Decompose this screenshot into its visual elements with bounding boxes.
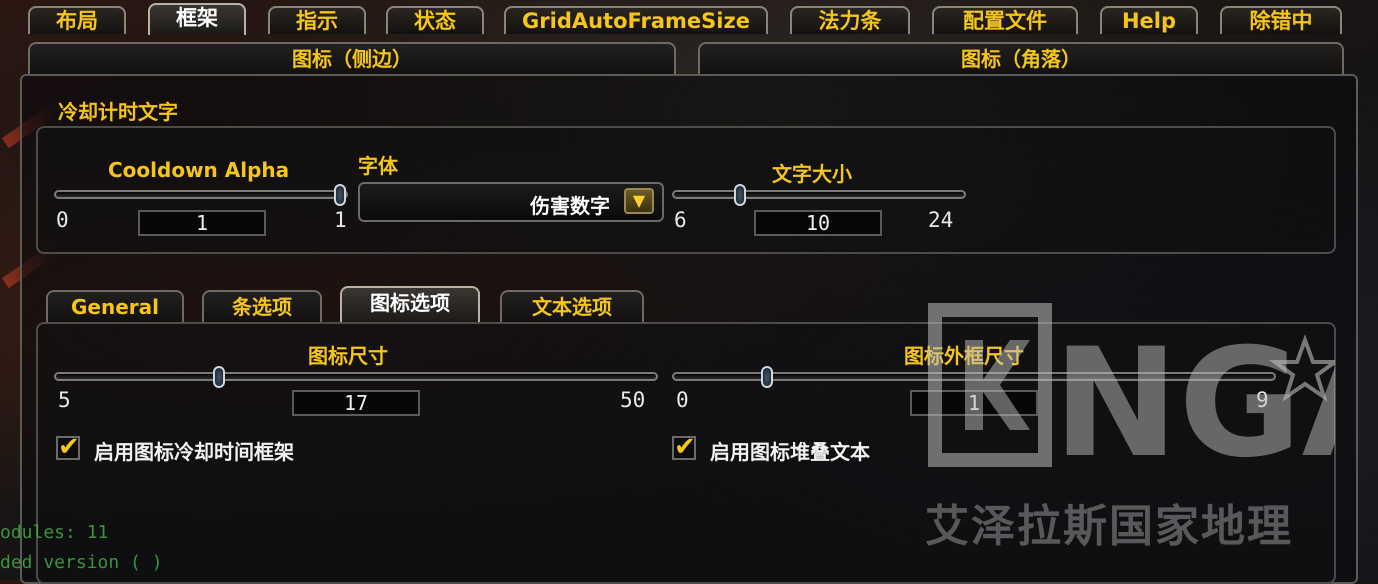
tab-grid-auto-frame-size[interactable]: GridAutoFrameSize [504,6,768,34]
stack-text-checkbox[interactable]: ✔ [672,434,696,460]
tab-frame[interactable]: 框架 [148,3,246,35]
check-icon: ✔ [58,432,80,462]
border-size-label: 图标外框尺寸 [904,344,1024,368]
icon-size-min: 5 [58,388,71,412]
option-tab-icon[interactable]: 图标选项 [340,286,480,322]
border-size-input[interactable]: 1 [910,390,1038,416]
chevron-down-icon[interactable]: ▼ [624,188,654,214]
font-size-input[interactable]: 10 [754,210,882,236]
icon-size-label: 图标尺寸 [308,344,388,368]
option-tab-bar[interactable]: 条选项 [202,290,322,322]
cooldown-alpha-input[interactable]: 1 [138,210,266,236]
tab-layout[interactable]: 布局 [28,6,126,34]
cooldown-alpha-track[interactable] [54,190,348,199]
font-size-track[interactable] [672,190,966,199]
stack-text-checkbox-label: 启用图标堆叠文本 [710,440,870,464]
subtab-icon-corner[interactable]: 图标（角落） [698,42,1344,74]
icon-size-input[interactable]: 17 [292,390,420,416]
font-label: 字体 [358,154,398,178]
icon-size-thumb[interactable] [213,366,226,388]
check-icon: ✔ [674,432,696,462]
cooldown-frame-checkbox-label: 启用图标冷却时间框架 [94,440,294,464]
font-size-thumb[interactable] [733,184,746,206]
cooldown-alpha-max: 1 [334,208,347,232]
font-size-max: 24 [928,208,954,232]
option-tab-general[interactable]: General [46,290,184,322]
cooldown-alpha-label: Cooldown Alpha [108,158,290,182]
font-dropdown-value: 伤害数字 [530,194,610,218]
border-size-min: 0 [676,388,689,412]
font-size-label: 文字大小 [772,162,852,186]
console-line: ded version ( ) [0,552,163,573]
nga-watermark-caption: 艾泽拉斯国家地理 [925,501,1293,552]
tab-mana-bar[interactable]: 法力条 [790,6,910,34]
icon-size-max: 50 [620,388,646,412]
cooldown-alpha-thumb[interactable] [334,184,346,206]
tab-help[interactable]: Help [1100,6,1198,34]
icon-size-track[interactable] [54,372,658,381]
tab-indicators[interactable]: 指示 [268,6,366,34]
cooldown-alpha-min: 0 [56,208,69,232]
font-dropdown[interactable]: 伤害数字 ▼ [358,182,664,222]
tab-status[interactable]: 状态 [386,6,484,34]
font-size-min: 6 [674,208,687,232]
console-line: odules: 11 [0,522,109,543]
section-title-cooldown-text: 冷却计时文字 [58,100,178,124]
tab-profiles[interactable]: 配置文件 [932,6,1078,34]
border-size-thumb[interactable] [760,366,773,388]
cooldown-frame-checkbox[interactable]: ✔ [56,434,80,460]
option-tab-text[interactable]: 文本选项 [500,290,644,322]
subtab-icon-side[interactable]: 图标（侧边） [28,42,676,74]
tab-debug[interactable]: 除错中 [1220,6,1342,34]
border-size-max: 9 [1256,388,1269,412]
